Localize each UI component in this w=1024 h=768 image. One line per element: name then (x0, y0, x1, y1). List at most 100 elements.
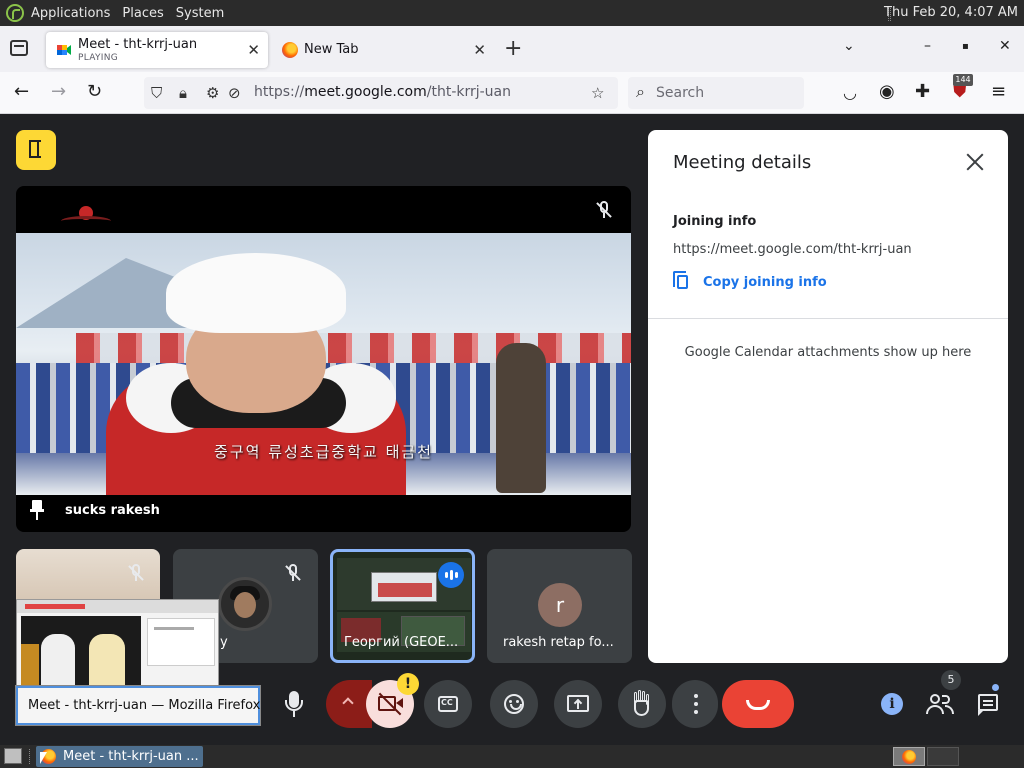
video-subtitle: 중구역 류성초급중학교 태금천 (214, 443, 433, 461)
taskbar-grip (29, 749, 31, 764)
firefox-icon (282, 42, 298, 58)
emoji-icon (490, 680, 538, 728)
joining-info-heading: Joining info (673, 214, 757, 229)
bookmark-star-icon[interactable]: ☆ (591, 84, 604, 102)
tab-title: Meet - tht-krrj-uan (78, 37, 198, 52)
new-tab-button[interactable]: + (504, 36, 522, 61)
navigation-toolbar: ← → ↻ ⛉ 🔒︎ ⚙ ⊘ https://meet.google.com/t… (0, 72, 1024, 114)
captions-button[interactable] (424, 680, 472, 728)
minimize-button[interactable]: – (924, 38, 931, 54)
broadcast-emblem (61, 206, 111, 230)
captions-icon (424, 680, 472, 728)
top-panel: Applications Places System Thu Feb 20, 4… (0, 0, 1024, 26)
participant-name: y (220, 635, 228, 650)
window-tooltip: Meet - tht-krrj-uan — Mozilla Firefox (15, 685, 261, 726)
shield-icon[interactable]: ⛉ (151, 84, 162, 102)
more-vert-icon (672, 680, 718, 728)
door-icon (29, 140, 41, 158)
tab-close-icon[interactable]: ✕ (247, 41, 260, 59)
chat-notification-dot (992, 684, 999, 691)
search-placeholder: Search (656, 85, 705, 101)
menu-places[interactable]: Places (122, 6, 163, 21)
mic-off-icon (281, 561, 305, 585)
distro-logo-icon[interactable] (6, 4, 24, 22)
warning-badge: ! (397, 673, 419, 695)
raise-hand-icon (618, 680, 666, 728)
tab-new-tab[interactable]: New Tab ✕ (272, 32, 494, 68)
avatar (218, 577, 272, 631)
mic-button[interactable] (270, 680, 318, 728)
speaking-indicator-icon (438, 562, 464, 588)
url-text[interactable]: https://meet.google.com/tht-krrj-uan (254, 84, 511, 100)
menu-hamburger-icon[interactable]: ≡ (991, 81, 1006, 102)
menu-applications[interactable]: Applications (31, 6, 110, 21)
calendar-attachments-note: Google Calendar attachments show up here (684, 345, 972, 360)
participant-name: Георгий (GEOE... (344, 635, 459, 650)
pocket-icon[interactable]: ◡ (843, 83, 857, 102)
firefox-icon (902, 750, 916, 764)
more-options-button[interactable] (672, 680, 718, 728)
hang-up-icon (746, 700, 770, 710)
chat-icon (978, 694, 998, 711)
people-button[interactable] (924, 688, 956, 720)
reactions-button[interactable] (490, 680, 538, 728)
taskbar: Meet - tht-krrj-uan ... (0, 745, 1024, 768)
tab-meet[interactable]: Meet - tht-krrj-uan PLAYING ✕ (46, 32, 268, 68)
leave-room-door-button[interactable] (16, 130, 56, 170)
maximize-button[interactable]: ▪ (962, 41, 969, 52)
tab-playing-label: PLAYING (78, 53, 119, 63)
workspace-2[interactable] (927, 747, 959, 766)
mic-off-icon (124, 561, 148, 585)
clock[interactable]: Thu Feb 20, 4:07 AM (884, 5, 1018, 20)
menu-system[interactable]: System (176, 6, 224, 21)
copy-icon (673, 271, 688, 289)
main-video-tile[interactable]: 중구역 류성초급중학교 태금천 sucks rakesh (16, 186, 631, 532)
meeting-details-panel: Meeting details Joining info https://mee… (648, 130, 1008, 663)
window-preview (16, 599, 219, 694)
meeting-url: https://meet.google.com/tht-krrj-uan (673, 242, 912, 257)
microphone-icon (270, 680, 318, 728)
search-bar[interactable]: ⌕ Search (628, 77, 804, 109)
participant-name: rakesh retap fo... (503, 635, 614, 650)
extensions-icon[interactable]: ✚ (915, 81, 930, 102)
tab-title: New Tab (304, 42, 359, 57)
present-screen-icon (554, 680, 602, 728)
mouse-cursor-icon (40, 752, 47, 764)
tab-strip: Meet - tht-krrj-uan PLAYING ✕ New Tab ✕ … (0, 26, 1024, 72)
meeting-details-button[interactable]: i (876, 688, 908, 720)
mic-off-icon (592, 198, 616, 222)
chevron-up-icon (342, 697, 354, 709)
permissions-icon[interactable]: ⚙ (206, 84, 219, 102)
chat-button[interactable] (972, 688, 1004, 720)
back-icon[interactable]: ← (14, 81, 29, 102)
reload-icon[interactable]: ↻ (87, 81, 102, 102)
participant-video: 중구역 류성초급중학교 태금천 (16, 233, 631, 495)
extension-badge: 144 (953, 74, 973, 86)
people-count-badge: 5 (941, 670, 961, 690)
forward-icon[interactable]: → (51, 81, 66, 102)
url-bar[interactable]: ⛉ 🔒︎ ⚙ ⊘ https://meet.google.com/tht-krr… (144, 77, 618, 109)
participant-tile[interactable]: r rakesh retap fo... (487, 549, 632, 663)
show-desktop-icon[interactable] (4, 748, 22, 764)
leave-call-button[interactable] (722, 680, 794, 728)
present-button[interactable] (554, 680, 602, 728)
meet-stage: 중구역 류성초급중학교 태금천 sucks rakesh y Георгий (… (0, 115, 1024, 745)
tab-close-icon[interactable]: ✕ (473, 41, 486, 59)
firefox-view-button[interactable] (10, 40, 28, 56)
account-icon[interactable]: ◉ (879, 81, 895, 102)
search-icon: ⌕ (636, 82, 645, 101)
close-icon[interactable] (965, 152, 985, 172)
workspace-1[interactable] (893, 747, 925, 766)
taskbar-window-button[interactable]: Meet - tht-krrj-uan ... (36, 746, 203, 767)
close-window-button[interactable]: ✕ (999, 38, 1011, 54)
raise-hand-button[interactable] (618, 680, 666, 728)
participant-tile-active-speaker[interactable]: Георгий (GEOE... (330, 549, 475, 663)
pin-icon[interactable] (30, 500, 44, 520)
divider (648, 318, 1008, 319)
list-tabs-button[interactable]: ⌄ (843, 38, 855, 54)
google-meet-icon (57, 45, 71, 55)
lock-icon[interactable]: 🔒︎ (179, 84, 187, 102)
camera-blocked-icon[interactable]: ⊘ (228, 84, 241, 102)
participant-name: sucks rakesh (65, 503, 160, 518)
people-icon (930, 694, 940, 704)
